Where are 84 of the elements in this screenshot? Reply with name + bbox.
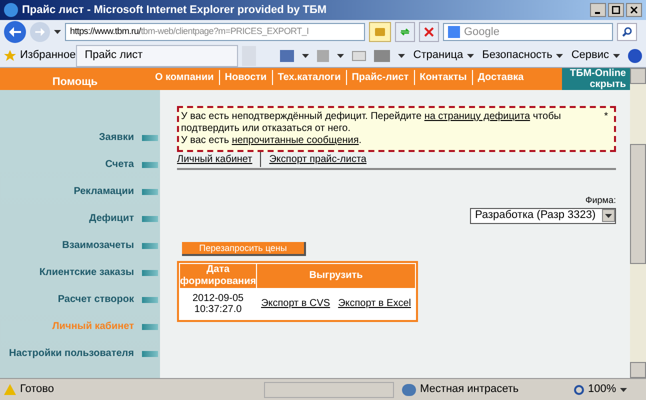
caret-icon [54,30,61,34]
close-button[interactable] [626,3,642,17]
bullet-icon [142,270,158,276]
zone-text: Местная интрасеть [420,382,520,398]
bullet-icon [142,324,158,330]
caret-icon [613,54,620,58]
search-button[interactable] [617,23,637,41]
bullet-icon [142,350,158,356]
address-field[interactable]: https://www.tbm.ru/tbm-web/clientpage?m=PRICES_EXPORT_I [65,23,365,41]
breadcrumb-link[interactable]: Экспорт прайс-листа [260,152,366,167]
sidebar-item[interactable]: Настройки пользователя [9,346,134,361]
bullet-icon [142,162,158,168]
bullet-icon [142,242,158,248]
stop-button[interactable] [419,22,439,42]
column-header: Дата формирования [180,264,256,288]
warning-icon [4,384,16,395]
sidebar-item[interactable]: Расчет створок [58,292,134,307]
online-title: ТБМ-Online [570,68,626,79]
sidebar-item[interactable]: Счета [105,157,134,172]
zoom-level[interactable]: 100% [588,381,616,398]
notice-text: У вас есть неподтверждённый дефицит. Перейдите на страницу дефицита чтобы подтвердить или отказаться от него. [181,111,562,135]
nav-link[interactable]: Тех.каталоги [272,70,347,85]
sidebar-item[interactable]: Заявки [99,130,134,145]
sidebar-item[interactable]: Рекламации [74,184,134,199]
maximize-button[interactable] [608,3,624,17]
bullet-icon [142,134,158,140]
browser-tab[interactable]: Прайс лист [76,44,238,66]
caret-icon [302,54,310,58]
maximize-icon [612,6,620,14]
table-cell-text: 2012-09-05 10:37:27.0 [191,292,245,316]
caret-icon [556,54,564,58]
caret-icon [467,54,474,58]
back-arrow-icon [9,27,21,37]
dropdown-button[interactable] [602,209,615,222]
column-header: Выгрузить [257,264,415,288]
nav-link[interactable]: Доставка [472,70,529,85]
sidebar-item[interactable]: Дефицит [89,211,134,226]
messages-link[interactable]: непрочитанные сообщения [232,135,359,146]
export-link[interactable]: Экспорт в CVS [261,298,330,309]
lock-icon [369,22,391,42]
nav-link[interactable]: Новости [220,70,273,85]
bullet-icon [142,216,158,222]
sidebar-item[interactable]: Взаимозачеты [62,238,134,253]
deficit-link[interactable]: на страницу дефицита [424,111,530,122]
nav-link[interactable]: Прайс-лист [346,70,415,85]
nav-link[interactable]: Контакты [414,70,473,85]
notice-text: У вас есть непрочитанные сообщения. [181,135,363,147]
close-icon [630,6,638,14]
close-mark[interactable]: * [604,111,608,123]
toolbar-menu[interactable]: Страница [413,47,474,64]
close-icon [424,27,434,37]
favorites-button[interactable]: Избранное [4,47,76,64]
minimize-button[interactable] [590,3,606,17]
refresh-icon [399,26,411,38]
zoom-icon [574,384,584,394]
scroll-up-button[interactable] [630,68,646,84]
search-icon [622,27,632,37]
caret-icon [337,54,344,58]
search-field[interactable]: Google [443,23,613,41]
sidebar-item[interactable]: Клиентские заказы [39,265,134,280]
firm-label: Фирма: [585,194,616,207]
window-title: Прайс лист - Microsoft Internet Explorer provided by ТБМ [22,2,328,18]
help-link[interactable]: Помощь [0,74,150,90]
scroll-down-button[interactable] [630,362,646,378]
bullet-icon [142,296,158,302]
refresh-prices-button[interactable]: Перезапросить цены [182,242,306,256]
scroll-thumb[interactable] [630,144,646,264]
back-button[interactable] [4,21,26,43]
refresh-button[interactable] [395,22,415,42]
forward-arrow-icon [35,28,45,36]
caret-icon [620,388,628,392]
toolbar-menu[interactable]: Безопасность [482,47,564,64]
toolbar-menu[interactable]: Сервис [571,47,620,64]
nav-link[interactable]: О компании [150,70,220,85]
status-text: Готово [20,382,55,398]
help-icon[interactable] [628,48,642,62]
hide-link[interactable]: скрыть [590,79,626,90]
star-icon [4,50,16,62]
caret-icon [605,214,612,218]
export-link[interactable]: Экспорт в Excel [338,298,411,309]
bullet-icon [142,188,158,194]
breadcrumb-link[interactable]: Личный кабинет [177,152,252,167]
firm-select[interactable]: Разработка (Разр 3323) [470,208,616,224]
caret-icon [398,54,406,58]
